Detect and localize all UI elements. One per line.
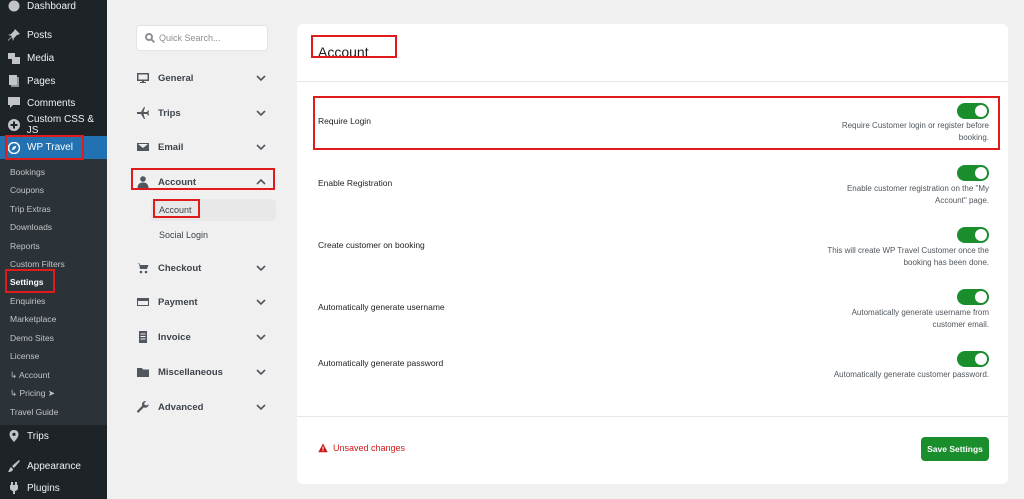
chevron-down-icon: [256, 402, 266, 412]
divider: [297, 416, 1008, 417]
envelope-icon: [136, 141, 150, 153]
highlight-nav-sub-account: [153, 199, 200, 218]
document-icon: [136, 331, 150, 343]
submenu-license-pricing[interactable]: ↳ Pricing ➤: [10, 385, 55, 401]
quick-search-box[interactable]: [136, 25, 268, 51]
enable-registration-toggle[interactable]: [957, 165, 989, 181]
credit-card-icon: [136, 296, 150, 308]
enable-registration-desc: Enable customer registration on the "My …: [846, 184, 989, 205]
monitor-icon: [136, 72, 150, 84]
location-pin-icon: [7, 429, 21, 443]
plug-icon: [7, 481, 21, 495]
auto-password-label: Automatically generate password: [318, 358, 444, 368]
highlight-nav-account: [131, 168, 275, 190]
highlight-require-login: [313, 96, 1000, 150]
chevron-down-icon: [256, 108, 266, 118]
warning-icon: [318, 443, 328, 453]
highlight-page-title: [311, 35, 397, 58]
submenu-license-account[interactable]: ↳ Account: [10, 367, 50, 383]
highlight-wp-travel: [5, 135, 84, 160]
menu-custom-css-js[interactable]: Custom CSS & JS: [0, 114, 107, 136]
submenu-bookings[interactable]: Bookings: [10, 164, 45, 180]
comment-icon: [7, 96, 21, 110]
submenu-reports[interactable]: Reports: [10, 238, 40, 254]
submenu-downloads[interactable]: Downloads: [10, 219, 52, 235]
wp-admin-sidebar: Dashboard Posts Media Pages Comments Cus…: [0, 0, 107, 499]
save-settings-button[interactable]: Save Settings: [921, 437, 989, 461]
menu-comments[interactable]: Comments: [0, 92, 107, 114]
nav-general[interactable]: General: [136, 68, 270, 88]
plus-circle-icon: [7, 118, 21, 132]
create-customer-desc: This will create WP Travel Customer once…: [827, 246, 989, 267]
enable-registration-label: Enable Registration: [318, 178, 393, 188]
cart-icon: [136, 262, 150, 274]
nav-email[interactable]: Email: [136, 137, 270, 157]
nav-advanced[interactable]: Advanced: [136, 397, 270, 417]
auto-password-desc: Automatically generate customer password…: [833, 370, 989, 379]
submenu-demo-sites[interactable]: Demo Sites: [10, 330, 54, 346]
nav-sub-social-login[interactable]: Social Login: [159, 226, 208, 244]
chevron-down-icon: [256, 142, 266, 152]
nav-invoice[interactable]: Invoice: [136, 327, 270, 347]
menu-trips[interactable]: Trips: [0, 425, 107, 447]
chevron-down-icon: [256, 332, 266, 342]
auto-username-desc: Automatically generate username from cus…: [851, 308, 989, 329]
plane-icon: [136, 107, 150, 119]
chevron-down-icon: [256, 263, 266, 273]
menu-media[interactable]: Media: [0, 47, 107, 69]
nav-payment[interactable]: Payment: [136, 292, 270, 312]
pages-icon: [7, 74, 21, 88]
menu-appearance[interactable]: Appearance: [0, 455, 107, 477]
chevron-down-icon: [256, 297, 266, 307]
create-customer-toggle[interactable]: [957, 227, 989, 243]
divider: [297, 81, 1008, 82]
search-icon: [145, 33, 155, 43]
auto-password-toggle[interactable]: [957, 351, 989, 367]
nav-trips[interactable]: Trips: [136, 103, 270, 123]
menu-plugins[interactable]: Plugins: [0, 477, 107, 499]
folder-icon: [136, 366, 150, 378]
submenu-license[interactable]: License: [10, 348, 39, 364]
submenu-marketplace[interactable]: Marketplace: [10, 311, 56, 327]
highlight-settings: [5, 269, 55, 293]
menu-dashboard[interactable]: Dashboard: [0, 0, 107, 17]
auto-username-toggle[interactable]: [957, 289, 989, 305]
menu-posts[interactable]: Posts: [0, 24, 107, 46]
submenu-trip-extras[interactable]: Trip Extras: [10, 201, 51, 217]
pin-icon: [7, 28, 21, 42]
nav-miscellaneous[interactable]: Miscellaneous: [136, 362, 270, 382]
chevron-down-icon: [256, 73, 266, 83]
submenu-coupons[interactable]: Coupons: [10, 182, 44, 198]
media-icon: [7, 51, 21, 65]
wrench-icon: [136, 401, 150, 413]
paintbrush-icon: [7, 459, 21, 473]
auto-username-label: Automatically generate username: [318, 302, 445, 312]
create-customer-label: Create customer on booking: [318, 240, 425, 250]
dashboard-icon: [7, 0, 21, 13]
submenu-travel-guide[interactable]: Travel Guide: [10, 404, 58, 420]
nav-checkout[interactable]: Checkout: [136, 258, 270, 278]
menu-pages[interactable]: Pages: [0, 70, 107, 92]
quick-search-input[interactable]: [159, 33, 259, 43]
unsaved-changes-notice: Unsaved changes: [318, 443, 405, 453]
submenu-enquiries[interactable]: Enquiries: [10, 293, 45, 309]
chevron-down-icon: [256, 367, 266, 377]
